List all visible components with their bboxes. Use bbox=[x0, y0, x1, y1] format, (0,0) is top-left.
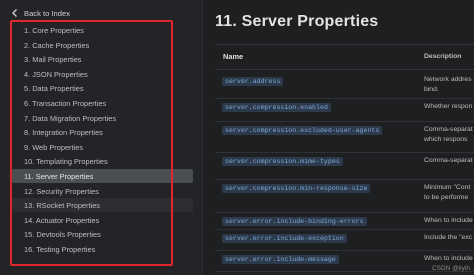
sidebar-item[interactable]: 8. Integration Properties bbox=[12, 126, 171, 141]
sidebar-item[interactable]: 1. Core Properties bbox=[12, 24, 171, 39]
table-row: server.address Network addres bind. bbox=[215, 70, 474, 99]
column-header-name: Name bbox=[223, 52, 244, 61]
property-name[interactable]: server.error.include-exception bbox=[222, 234, 347, 243]
description-line: Network addres bbox=[424, 76, 472, 83]
property-name[interactable]: server.address bbox=[222, 77, 284, 86]
table-row: server.compression.excluded-user-agents C… bbox=[215, 122, 474, 153]
description-line: Comma-separat bbox=[424, 126, 473, 133]
description-line: When to include bbox=[424, 217, 473, 224]
sidebar-nav: 1. Core Properties 2. Cache Properties 3. … bbox=[10, 20, 173, 266]
table-row: server.error.include-exception Include th… bbox=[215, 230, 474, 251]
sidebar-item[interactable]: 9. Web Properties bbox=[12, 141, 171, 156]
table-header: Name Description bbox=[215, 44, 474, 70]
main-content: 11. Server Properties Name Description s… bbox=[203, 0, 474, 275]
page-title: 11. Server Properties bbox=[215, 13, 379, 30]
sidebar-item[interactable]: 3. Mail Properties bbox=[12, 53, 171, 68]
sidebar-item[interactable]: 4. JSON Properties bbox=[12, 68, 171, 83]
sidebar-item[interactable]: 10. Templating Properties bbox=[12, 155, 171, 170]
sidebar-item[interactable]: 12. Security Properties bbox=[12, 185, 171, 200]
description-line: Include the "exc bbox=[424, 234, 473, 241]
table-row: server.error.include-binding-errors When … bbox=[215, 213, 474, 230]
description-line: to be performe bbox=[424, 193, 469, 201]
sidebar: Back to Index 1. Core Properties 2. Cache… bbox=[0, 0, 202, 275]
property-description: Comma-separat which respons bbox=[424, 125, 473, 144]
property-name[interactable]: server.compression.enabled bbox=[222, 103, 331, 112]
description-line: which respons bbox=[424, 135, 468, 143]
property-description: Network addres bind. bbox=[424, 75, 472, 94]
sidebar-item[interactable]: 15. Devtools Properties bbox=[12, 228, 171, 243]
description-line: When to include bbox=[424, 255, 473, 262]
watermark: CSDN @liyih bbox=[431, 265, 470, 272]
property-description: Minimum "Cont to be performe bbox=[424, 183, 470, 202]
description-line: Minimum "Cont bbox=[424, 184, 471, 191]
table-row: server.compression.min-response-size Mini… bbox=[215, 180, 474, 213]
property-name[interactable]: server.compression.min-response-size bbox=[222, 184, 371, 193]
sidebar-item[interactable]: 2. Cache Properties bbox=[12, 39, 171, 54]
property-description: When to include bbox=[424, 216, 473, 226]
description-line: bind. bbox=[424, 85, 439, 93]
sidebar-item[interactable]: 5. Data Properties bbox=[12, 82, 171, 97]
property-description: Include the "exc bbox=[424, 233, 472, 243]
sidebar-item[interactable]: 16. Testing Properties bbox=[12, 243, 171, 258]
sidebar-item[interactable]: 14. Actuator Properties bbox=[12, 214, 171, 229]
column-header-description: Description bbox=[424, 53, 462, 60]
description-line: Comma-separat bbox=[424, 157, 473, 164]
property-name[interactable]: server.error.include-binding-errors bbox=[222, 217, 367, 226]
property-description: When to include bbox=[424, 254, 473, 264]
property-name[interactable]: server.compression.mime-types bbox=[222, 157, 343, 166]
back-label: Back to Index bbox=[24, 8, 71, 18]
chevron-left-icon bbox=[12, 9, 17, 17]
property-description: Whether respon bbox=[424, 102, 472, 112]
table-row: server.compression.enabled Whether respon bbox=[215, 99, 474, 122]
table-row: server.compression.mime-types Comma-separ… bbox=[215, 153, 474, 180]
property-description: Comma-separat bbox=[424, 156, 473, 166]
sidebar-item[interactable]: 6. Transaction Properties bbox=[12, 97, 171, 112]
sidebar-item[interactable]: 7. Data Migration Properties bbox=[12, 112, 171, 127]
property-name[interactable]: server.error.include-message bbox=[222, 255, 339, 264]
properties-table: Name Description server.address Network a… bbox=[215, 44, 474, 272]
back-to-index-link[interactable]: Back to Index bbox=[10, 6, 70, 20]
description-line: Whether respon bbox=[424, 103, 473, 110]
sidebar-item[interactable]: 11. Server Properties bbox=[12, 170, 171, 185]
sidebar-item[interactable]: 13. RSocket Properties bbox=[12, 199, 171, 214]
property-name[interactable]: server.compression.excluded-user-agents bbox=[222, 126, 383, 135]
